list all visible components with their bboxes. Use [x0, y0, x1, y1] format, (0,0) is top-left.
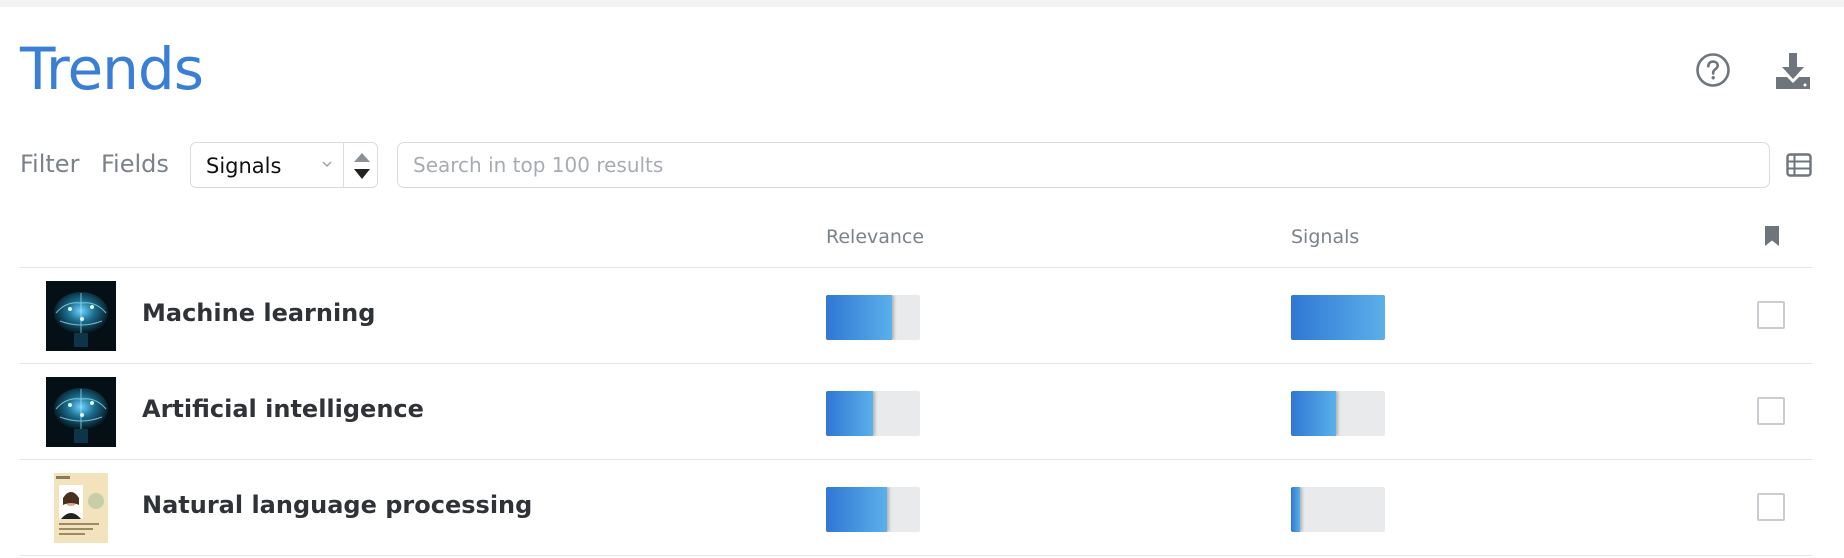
relevance-bar-fill [826, 391, 873, 436]
page-title: Trends [20, 35, 204, 103]
list-view-icon[interactable] [1786, 153, 1812, 177]
table-row[interactable]: Machine learning [20, 268, 1812, 364]
signals-bar [1291, 391, 1385, 436]
table-row[interactable]: Artificial intelligence [20, 364, 1812, 460]
topic-name[interactable]: Natural language processing [142, 491, 532, 519]
signals-column-header[interactable]: Signals [1291, 226, 1359, 248]
filter-button[interactable]: Filter [20, 150, 79, 178]
table-row[interactable]: Natural language processing [20, 460, 1812, 556]
bookmark-checkbox[interactable] [1757, 301, 1785, 329]
row-divider [20, 555, 1812, 556]
download-icon[interactable] [1774, 51, 1812, 91]
bookmark-checkbox[interactable] [1757, 397, 1785, 425]
relevance-bar-fill [826, 487, 888, 532]
chevron-down-icon [319, 156, 335, 172]
sort-order-toggle[interactable] [351, 149, 373, 183]
topic-name[interactable]: Machine learning [142, 299, 375, 327]
sort-select[interactable]: Signals [190, 142, 378, 188]
bookmark-checkbox[interactable] [1757, 493, 1785, 521]
fields-button[interactable]: Fields [101, 150, 169, 178]
brain-circuit-thumbnail [46, 377, 116, 447]
relevance-bar-fill [826, 295, 892, 340]
signals-bar-fill [1291, 391, 1337, 436]
id-card-thumbnail [46, 473, 116, 543]
relevance-bar [826, 487, 920, 532]
topic-name[interactable]: Artificial intelligence [142, 395, 424, 423]
relevance-bar [826, 391, 920, 436]
bookmark-icon[interactable] [1764, 225, 1780, 247]
signals-bar-fill [1291, 295, 1385, 340]
trends-page: Trends Filter Fields Signals Search in t… [0, 7, 1844, 558]
select-divider [343, 143, 344, 187]
relevance-column-header[interactable]: Relevance [826, 226, 924, 248]
sort-select-value: Signals [206, 154, 282, 178]
signals-bar [1291, 295, 1385, 340]
brain-circuit-thumbnail [46, 281, 116, 351]
signals-bar-fill [1291, 487, 1301, 532]
signals-bar [1291, 487, 1385, 532]
relevance-bar [826, 295, 920, 340]
help-icon[interactable] [1695, 52, 1731, 88]
search-input[interactable] [397, 142, 1770, 188]
